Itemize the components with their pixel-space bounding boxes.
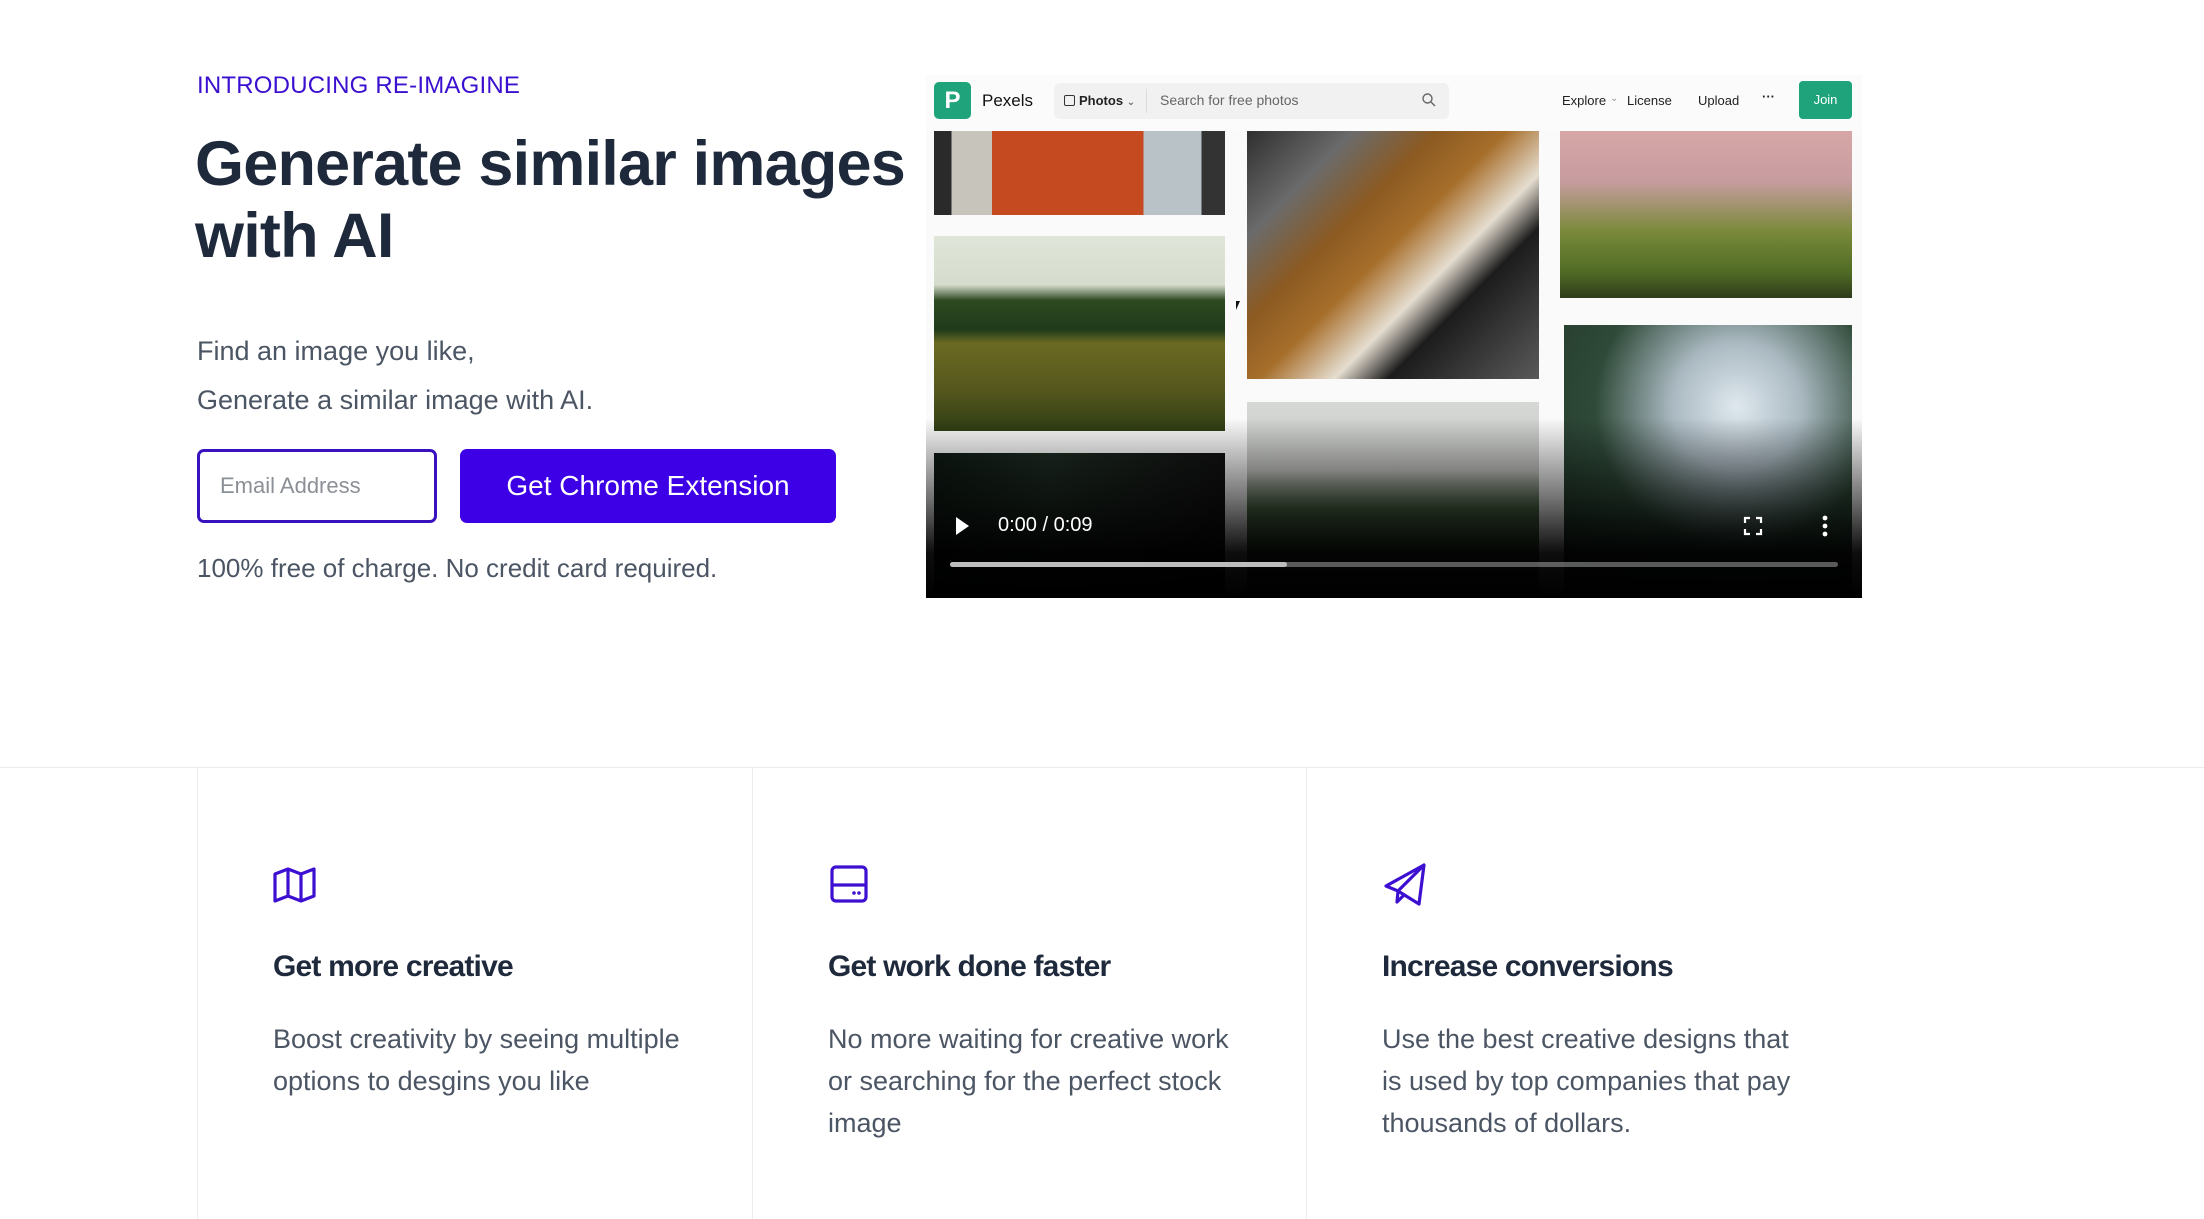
- get-chrome-extension-button[interactable]: Get Chrome Extension: [460, 449, 836, 523]
- video-buffered-fill: [950, 562, 1288, 567]
- video-progress-bar[interactable]: [950, 562, 1838, 567]
- free-note: 100% free of charge. No credit card requ…: [197, 553, 718, 583]
- photo-tile: [1560, 131, 1852, 298]
- more-icon: ···: [1762, 89, 1775, 104]
- demo-video[interactable]: P Pexels Photos ⌄ Search for free photos…: [926, 75, 1862, 598]
- chevron-down-icon: ⌄: [1610, 93, 1619, 104]
- feature-description: No more waiting for creative work or sea…: [828, 1024, 1229, 1138]
- pexels-logo-icon: P: [934, 82, 971, 119]
- subtitle-line-1: Find an image you like,: [197, 336, 475, 366]
- pexels-brand: Pexels: [982, 91, 1034, 110]
- feature-card: Get work done faster No more waiting for…: [752, 768, 1306, 1219]
- feature-title: Get more creative: [273, 950, 514, 983]
- feature-title: Increase conversions: [1382, 950, 1674, 983]
- divider: [1146, 89, 1147, 113]
- mouse-cursor-icon: [1236, 301, 1240, 310]
- video-pexels-header: P Pexels Photos ⌄ Search for free photos…: [926, 75, 1862, 131]
- photo-tile: [934, 236, 1225, 431]
- server-icon: [830, 865, 868, 903]
- pexels-photos-label: Photos: [1079, 93, 1124, 108]
- eyebrow-label: INTRODUCING RE-IMAGINE: [197, 72, 521, 99]
- paper-plane-icon: [1384, 863, 1426, 906]
- pexels-nav-explore: Explore: [1562, 93, 1607, 108]
- pexels-photos-dropdown: Photos ⌄: [1064, 93, 1135, 108]
- photo-tile: [934, 131, 1225, 215]
- feature-description: Use the best creative designs that is us…: [1382, 1024, 1791, 1138]
- image-icon: [1064, 95, 1075, 106]
- pexels-search-placeholder: Search for free photos: [1160, 92, 1299, 108]
- more-options-icon[interactable]: [1821, 515, 1829, 537]
- map-icon: [273, 867, 316, 903]
- fullscreen-icon[interactable]: [1743, 516, 1763, 536]
- feature-title: Get work done faster: [828, 950, 1111, 983]
- pexels-search-bar: Photos ⌄ Search for free photos: [1054, 83, 1449, 119]
- video-controls-overlay: [926, 418, 1862, 598]
- feature-description: Boost creativity by seeing multiple opti…: [273, 1024, 680, 1096]
- photo-tile: [1247, 131, 1539, 379]
- play-icon[interactable]: [956, 517, 969, 535]
- pexels-join-button: Join: [1799, 81, 1852, 119]
- video-time: 0:00 / 0:09: [998, 514, 1093, 536]
- chevron-down-icon: ⌄: [1126, 97, 1136, 108]
- feature-card: Increase conversions Use the best creati…: [1306, 768, 1860, 1219]
- email-input[interactable]: [197, 449, 437, 523]
- subtitle-line-2: Generate a similar image with AI.: [197, 385, 594, 415]
- pexels-nav-upload: Upload: [1698, 93, 1740, 108]
- page-headline: Generate similar images with AI: [195, 129, 906, 271]
- pexels-nav-license: License: [1627, 93, 1672, 108]
- feature-card: Get more creative Boost creativity by se…: [197, 768, 751, 1219]
- search-icon: [1422, 93, 1436, 107]
